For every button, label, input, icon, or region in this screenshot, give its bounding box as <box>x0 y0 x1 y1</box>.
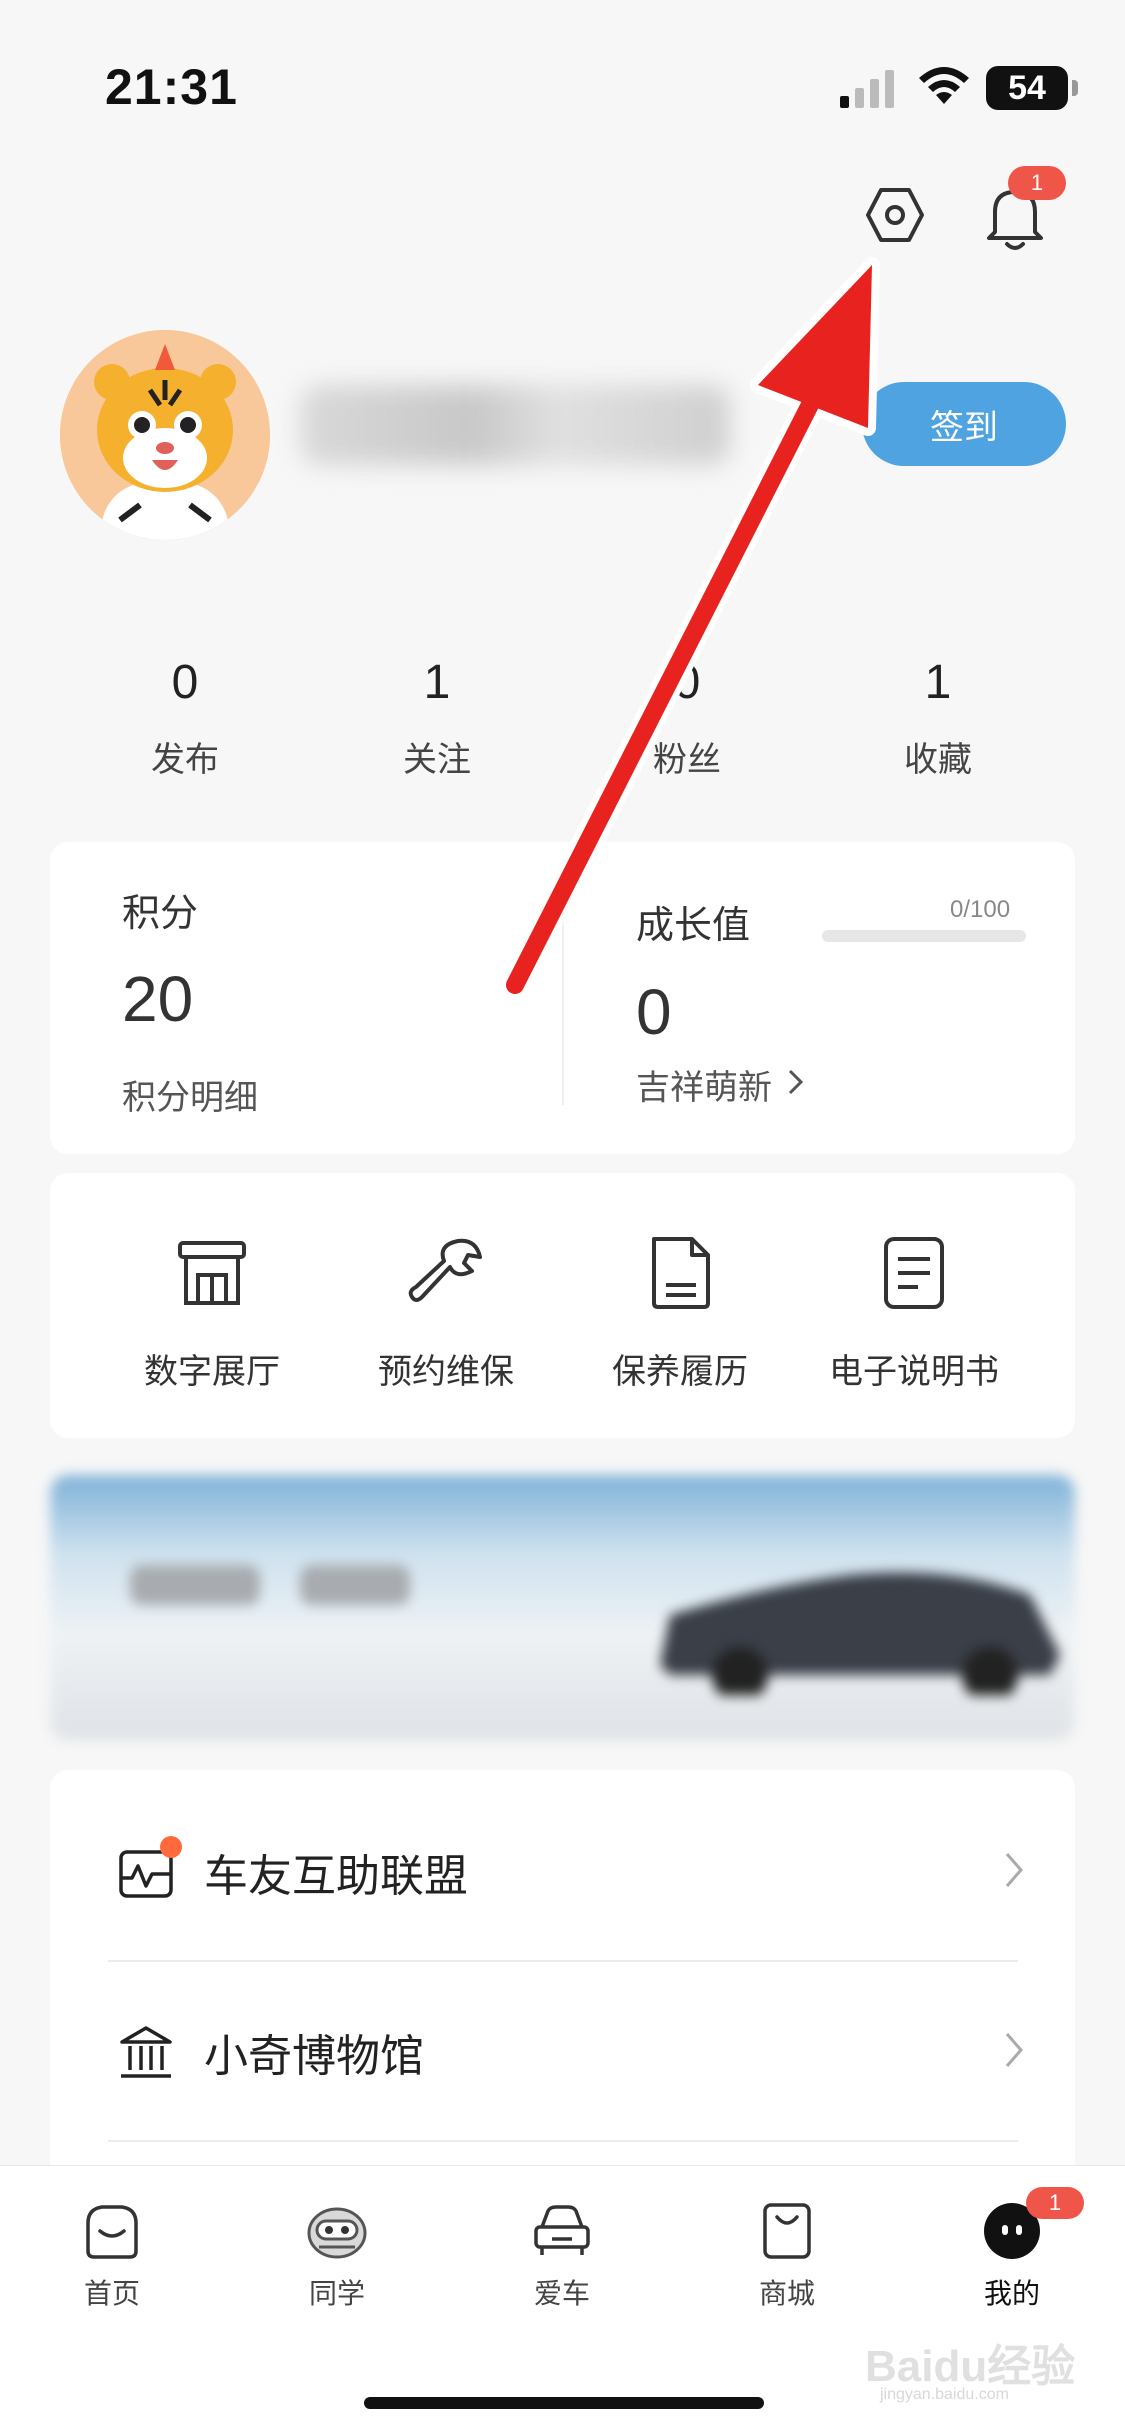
service-maintenance-booking[interactable]: 预约维保 <box>336 1228 556 1393</box>
battery-indicator: 54 <box>986 66 1078 110</box>
service-e-manual[interactable]: 电子说明书 <box>804 1228 1024 1393</box>
stat-favorites[interactable]: 1 收藏 <box>838 655 1038 781</box>
home-indicator[interactable] <box>364 2397 764 2409</box>
friend-icon <box>302 2196 372 2266</box>
notification-dot <box>160 1836 182 1858</box>
service-label: 数字展厅 <box>144 1353 280 1391</box>
chevron-right-icon <box>1003 2030 1025 2075</box>
growth-progress-bar <box>822 930 1026 942</box>
stat-value: 1 <box>423 656 451 709</box>
heartbeat-card-icon <box>118 1836 182 1900</box>
avatar[interactable] <box>60 330 270 540</box>
tab-label: 我的 <box>983 2278 1040 2309</box>
wrench-icon <box>401 1228 491 1318</box>
watermark-url: jingyan.baidu.com <box>880 2386 1009 2403</box>
stat-label: 关注 <box>403 741 471 779</box>
growth-level-link[interactable]: 吉祥萌新 <box>636 1060 806 1109</box>
notification-badge: 1 <box>1008 166 1066 200</box>
username-blurred <box>300 385 730 465</box>
service-digital-showroom[interactable]: 数字展厅 <box>102 1228 322 1393</box>
card-divider <box>562 890 564 1105</box>
service-label: 预约维保 <box>378 1353 514 1391</box>
stat-followers[interactable]: 0 粉丝 <box>587 655 787 781</box>
home-icon <box>77 2196 147 2266</box>
banner-text-blur <box>130 1565 260 1605</box>
car-icon <box>527 2196 597 2266</box>
points-title: 积分 <box>122 893 199 935</box>
shopping-bag-icon <box>752 2196 822 2266</box>
list-item-museum[interactable]: 小奇博物馆 <box>50 1962 1075 2142</box>
cellular-signal-icon <box>840 68 900 113</box>
stat-value: 0 <box>673 656 701 709</box>
tab-label: 首页 <box>83 2278 140 2309</box>
stat-label: 发布 <box>151 741 219 779</box>
promo-banner[interactable] <box>50 1475 1075 1740</box>
stat-following[interactable]: 1 关注 <box>337 655 537 781</box>
stat-label: 粉丝 <box>653 741 721 779</box>
tab-my-car[interactable]: 爱车 <box>477 2196 647 2312</box>
stat-value: 0 <box>171 656 199 709</box>
chevron-right-icon <box>786 1067 806 1102</box>
document-icon <box>635 1228 725 1318</box>
tab-mall[interactable]: 商城 <box>702 2196 872 2312</box>
tab-label: 商城 <box>758 2278 815 2309</box>
wifi-icon <box>916 64 972 113</box>
growth-progress-text: 0/100 <box>950 896 1011 923</box>
tiger-avatar-icon <box>60 330 270 540</box>
settings-button[interactable] <box>860 180 930 250</box>
stat-value: 1 <box>924 656 952 709</box>
service-maintenance-history[interactable]: 保养履历 <box>570 1228 790 1393</box>
museum-icon <box>118 2024 174 2080</box>
banner-text-blur <box>300 1565 410 1605</box>
manual-icon <box>869 1228 959 1318</box>
settings-hexagon-icon <box>866 188 924 242</box>
watermark-logo: Baidu经验 <box>865 2342 1076 2391</box>
growth-value: 0 <box>636 976 672 1048</box>
points-value: 20 <box>122 963 194 1035</box>
chevron-right-icon <box>1003 1850 1025 1895</box>
tab-badge: 1 <box>1026 2187 1084 2219</box>
service-label: 保养履历 <box>612 1353 748 1391</box>
tab-label: 同学 <box>308 2278 365 2309</box>
signin-button[interactable]: 签到 <box>862 382 1066 466</box>
tab-friends[interactable]: 同学 <box>252 2196 422 2312</box>
list-divider <box>108 2140 1018 2142</box>
stat-posts[interactable]: 0 发布 <box>85 655 285 781</box>
list-item-label: 车友互助联盟 <box>204 1852 468 1901</box>
growth-title: 成长值 <box>636 905 751 947</box>
growth-level: 吉祥萌新 <box>636 1069 772 1107</box>
tab-home[interactable]: 首页 <box>27 2196 197 2312</box>
showroom-icon <box>167 1228 257 1318</box>
list-item-label: 小奇博物馆 <box>204 2032 424 2081</box>
car-image <box>660 1572 1060 1695</box>
stat-label: 收藏 <box>904 741 972 779</box>
status-time: 21:31 <box>105 59 238 115</box>
service-label: 电子说明书 <box>829 1353 999 1391</box>
tab-label: 爱车 <box>533 2278 590 2309</box>
list-item-car-owner-alliance[interactable]: 车友互助联盟 <box>50 1782 1075 1962</box>
points-detail-link[interactable]: 积分明细 <box>122 1070 258 1119</box>
